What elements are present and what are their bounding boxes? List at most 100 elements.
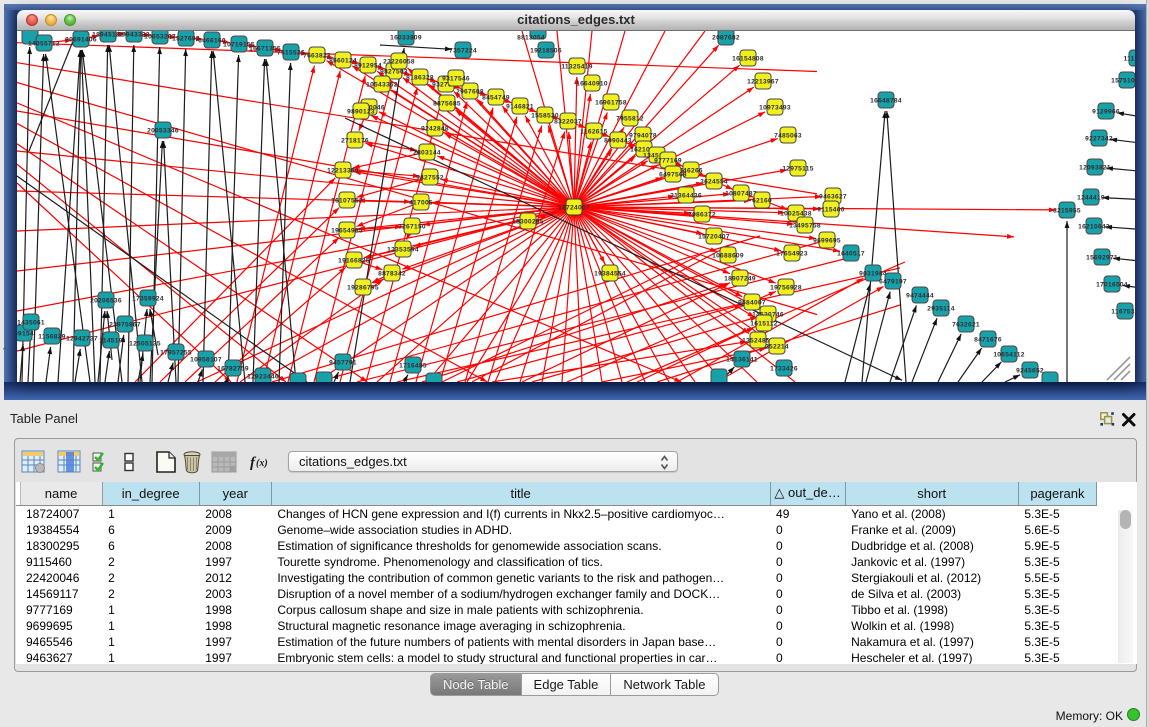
svg-text:20053346: 20053346 <box>147 127 179 134</box>
svg-text:8912954: 8912954 <box>354 62 382 69</box>
svg-text:2803144: 2803144 <box>413 149 441 156</box>
svg-text:9146821: 9146821 <box>506 103 534 110</box>
svg-text:17654923: 17654923 <box>776 250 808 257</box>
svg-text:19384554: 19384554 <box>594 270 626 277</box>
svg-text:252214: 252214 <box>765 343 789 350</box>
svg-text:6466160: 6466160 <box>198 37 226 44</box>
svg-text:9115460: 9115460 <box>817 206 844 213</box>
svg-text:15751074: 15751074 <box>1111 77 1135 84</box>
svg-text:8813054: 8813054 <box>517 35 545 42</box>
svg-text:39154: 39154 <box>17 330 34 337</box>
svg-text:8215955: 8215955 <box>1053 207 1081 214</box>
svg-text:10543362: 10543362 <box>366 81 398 88</box>
svg-text:9242848: 9242848 <box>421 125 449 132</box>
svg-text:10025438: 10025438 <box>780 210 812 217</box>
svg-text:8990443: 8990443 <box>604 137 632 144</box>
svg-text:1112384: 1112384 <box>1123 55 1135 62</box>
svg-text:21364436: 21364436 <box>670 192 702 199</box>
svg-text:12093821: 12093821 <box>1079 164 1111 171</box>
svg-text:14055712: 14055712 <box>28 40 60 47</box>
svg-text:3267150: 3267150 <box>398 223 426 230</box>
svg-text:9129966: 9129966 <box>1092 108 1120 115</box>
svg-text:7485063: 7485063 <box>774 132 802 139</box>
svg-text:1733426: 1733426 <box>770 365 798 372</box>
svg-text:12213369: 12213369 <box>327 167 359 174</box>
svg-text:8186328: 8186328 <box>406 74 434 81</box>
svg-text:10688609: 10688609 <box>712 252 744 259</box>
svg-text:19286795: 19286795 <box>347 284 379 291</box>
svg-text:18300295: 18300295 <box>512 218 544 225</box>
svg-text:1162615: 1162615 <box>580 128 607 135</box>
svg-text:9684007: 9684007 <box>738 299 766 306</box>
svg-text:7515526: 7515526 <box>277 49 305 56</box>
svg-text:16033809: 16033809 <box>390 34 422 41</box>
svg-text:9463627: 9463627 <box>819 193 847 200</box>
svg-text:8471676: 8471676 <box>974 336 1002 343</box>
svg-text:8322037: 8322037 <box>554 118 582 125</box>
svg-text:1527602: 1527602 <box>172 35 200 42</box>
svg-text:18724007: 18724007 <box>558 204 590 211</box>
svg-text:19654985: 19654985 <box>331 227 363 234</box>
svg-text:1244419: 1244419 <box>1077 194 1105 201</box>
svg-text:11325419: 11325419 <box>561 63 592 70</box>
svg-text:19756928: 19756928 <box>770 284 802 291</box>
svg-text:7663822: 7663822 <box>303 52 331 59</box>
svg-text:18907249: 18907249 <box>724 275 756 282</box>
svg-text:9457791: 9457791 <box>329 359 357 366</box>
svg-text:9777169: 9777169 <box>654 157 682 164</box>
svg-text:17359924: 17359924 <box>132 295 164 302</box>
svg-text:20206536: 20206536 <box>90 297 122 304</box>
svg-text:15720407: 15720407 <box>698 233 730 240</box>
svg-text:2087682: 2087682 <box>712 34 740 41</box>
svg-text:17957255: 17957255 <box>160 349 192 356</box>
svg-text:16961758: 16961758 <box>595 99 627 106</box>
svg-text:12213967: 12213967 <box>747 78 779 85</box>
svg-text:1640517: 1640517 <box>837 250 865 257</box>
svg-text:16640910: 16640910 <box>576 80 608 87</box>
svg-text:7955812: 7955812 <box>616 115 644 122</box>
svg-text:8878342: 8878342 <box>378 270 406 277</box>
svg-text:12923446: 12923446 <box>247 373 279 380</box>
svg-text:10807487: 10807487 <box>725 190 757 197</box>
svg-text:62160: 62160 <box>752 197 772 204</box>
svg-text:12505135: 12505135 <box>129 340 161 347</box>
svg-text:9227342: 9227342 <box>1085 135 1113 142</box>
svg-text:12942737: 12942737 <box>66 335 98 342</box>
svg-text:19218506: 19218506 <box>530 47 562 54</box>
svg-text:19166825: 19166825 <box>338 257 370 264</box>
svg-text:9031984: 9031984 <box>859 270 887 277</box>
svg-text:9427552: 9427552 <box>416 174 444 181</box>
svg-text:9245652: 9245652 <box>1016 367 1044 374</box>
svg-text:10654112: 10654112 <box>993 351 1024 358</box>
svg-text:7357224: 7357224 <box>449 47 477 54</box>
svg-text:23975867: 23975867 <box>109 321 141 328</box>
svg-text:114519: 114519 <box>99 337 122 344</box>
svg-text:23226058: 23226058 <box>383 58 415 65</box>
svg-text:8454749: 8454749 <box>482 94 510 101</box>
svg-text:417005: 417005 <box>409 199 433 206</box>
svg-text:16782759: 16782759 <box>217 365 249 372</box>
svg-text:1615112: 1615112 <box>750 320 777 327</box>
svg-text:10958107: 10958107 <box>190 356 222 363</box>
svg-text:7632621: 7632621 <box>952 321 980 328</box>
svg-text:3624554: 3624554 <box>700 178 728 185</box>
svg-text:13495758: 13495758 <box>789 222 821 229</box>
svg-text:6479197: 6479197 <box>879 278 907 285</box>
svg-text:10973493: 10973493 <box>759 104 791 111</box>
svg-text:9794078: 9794078 <box>629 132 657 139</box>
svg-text:7986372: 7986372 <box>688 211 716 218</box>
svg-text:13353594: 13353594 <box>387 246 419 253</box>
svg-text:8875685: 8875685 <box>433 100 461 107</box>
svg-text:9890123: 9890123 <box>347 108 375 115</box>
svg-text:(x): (x) <box>256 458 268 469</box>
svg-text:16107552: 16107552 <box>331 197 363 204</box>
svg-text:1435061: 1435061 <box>17 319 45 326</box>
svg-text:1156829: 1156829 <box>38 333 65 340</box>
svg-text:6497568: 6497568 <box>659 171 687 178</box>
svg-text:16154808: 16154808 <box>732 55 764 62</box>
svg-text:1167531: 1167531 <box>1111 308 1135 315</box>
svg-text:2967608: 2967608 <box>456 88 484 95</box>
svg-text:16210643: 16210643 <box>1078 223 1110 230</box>
svg-text:12975115: 12975115 <box>782 165 813 172</box>
svg-text:8660124: 8660124 <box>329 57 357 64</box>
